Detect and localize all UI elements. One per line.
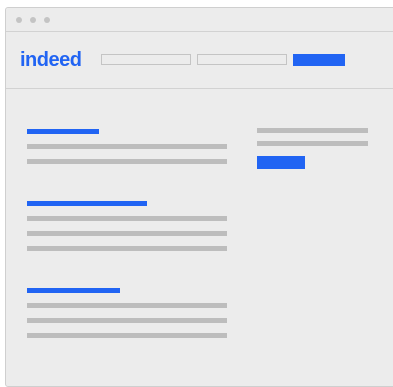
job-snippet-line [27, 144, 227, 149]
job-title-link[interactable] [27, 129, 99, 134]
what-search-input[interactable] [101, 54, 191, 65]
job-snippet-line [27, 159, 227, 164]
close-dot-icon[interactable] [16, 17, 22, 23]
where-search-input[interactable] [197, 54, 287, 65]
sidebar-text-line [257, 128, 368, 133]
job-title-link[interactable] [27, 201, 147, 206]
job-title-link[interactable] [27, 288, 120, 293]
job-snippet-line [27, 246, 227, 251]
indeed-logo[interactable]: indeed [20, 49, 82, 71]
job-snippet-line [27, 303, 227, 308]
sidebar-action-button[interactable] [257, 156, 305, 169]
site-header: indeed [6, 32, 393, 89]
find-jobs-button[interactable] [293, 54, 345, 66]
job-snippet-line [27, 318, 227, 323]
job-snippet-line [27, 231, 227, 236]
sidebar-text-line [257, 141, 368, 146]
window-titlebar [6, 8, 393, 32]
job-snippet-line [27, 333, 227, 338]
minimize-dot-icon[interactable] [30, 17, 36, 23]
browser-window: indeed [5, 7, 393, 387]
job-snippet-line [27, 216, 227, 221]
zoom-dot-icon[interactable] [44, 17, 50, 23]
